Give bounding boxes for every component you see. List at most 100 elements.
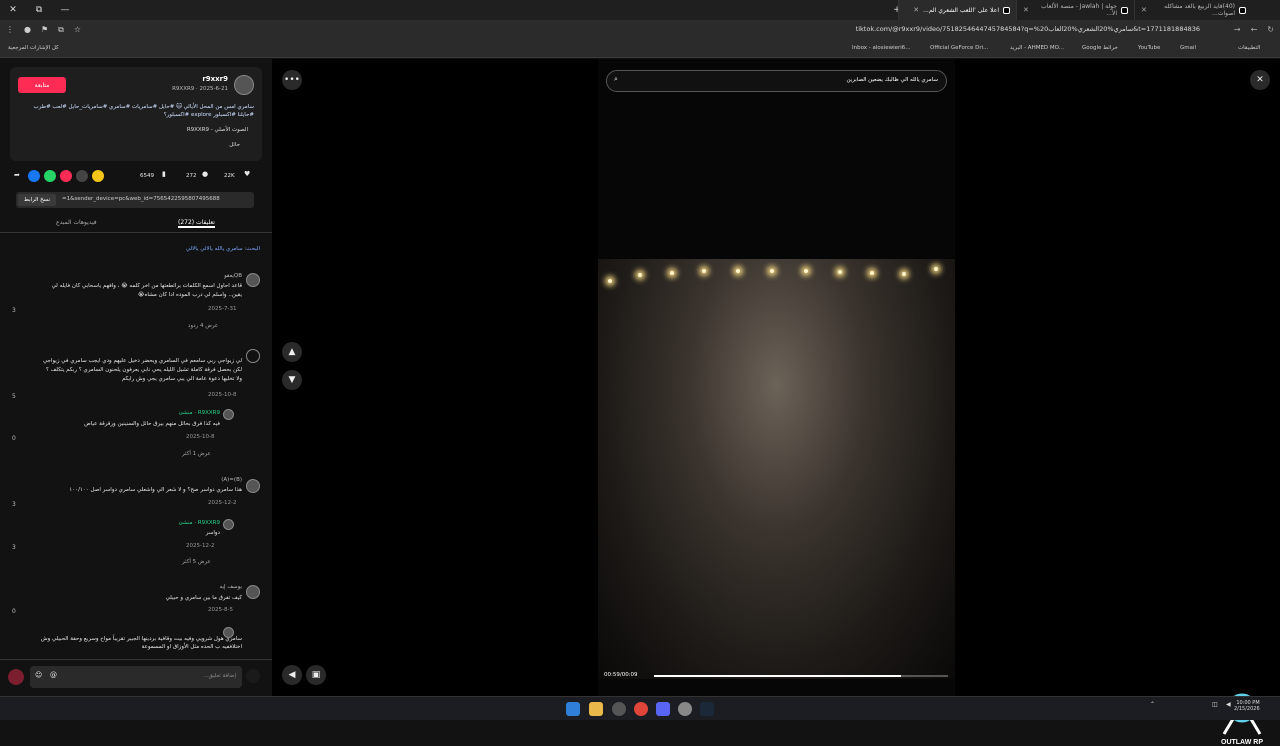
tiktok-icon	[1239, 6, 1246, 14]
bookmark-apps[interactable]: التطبيقات	[1238, 45, 1260, 51]
speaker-icon[interactable]: ◀	[1226, 701, 1231, 708]
browser-tab[interactable]: جولة | Jawlah - منصة الألعاب الأ... ✕	[1016, 0, 1134, 20]
post-link[interactable]: =1&sender_device=pc&web_id=7565422595807…	[62, 196, 220, 202]
tab-comments[interactable]: تعليقات (272)	[178, 219, 215, 228]
post-username[interactable]: r9xxr9	[202, 75, 228, 83]
tray-chevron-icon[interactable]: ⌃	[1150, 701, 1155, 708]
browser-tab-active[interactable]: اعلا على 'اللعب الشعري الم... ✕	[898, 0, 1016, 20]
comment-user[interactable]: (B)=(A)	[221, 477, 242, 483]
comment-icon[interactable]: ●	[202, 170, 208, 178]
comment-like-count[interactable]: 0	[12, 608, 16, 615]
location-label[interactable]: حائل	[229, 142, 240, 148]
close-tab-icon[interactable]: ✕	[913, 6, 919, 14]
app-icon[interactable]	[678, 702, 692, 716]
comment-placeholder: إضافة تعليق...	[203, 673, 236, 679]
pip-icon[interactable]: ▣	[306, 665, 326, 685]
bookmark-item[interactable]: Official GeForce Dri...	[930, 45, 988, 51]
embed-icon[interactable]	[76, 170, 88, 182]
video-progress-bar[interactable]	[654, 675, 948, 677]
bookmark-item[interactable]: البريد - AHMED MO...	[1010, 45, 1064, 51]
avatar[interactable]	[246, 349, 260, 363]
restore-window-icon[interactable]: ⧉	[26, 0, 52, 20]
comment-input[interactable]: ☺ @ إضافة تعليق...	[30, 666, 242, 688]
network-icon[interactable]: ◫	[1212, 701, 1218, 708]
discord-icon[interactable]	[656, 702, 670, 716]
close-video-icon[interactable]: ✕	[1250, 70, 1270, 90]
copy-link-button[interactable]: نسخ الرابط	[18, 194, 56, 206]
avatar[interactable]	[246, 273, 260, 287]
comment-like-count[interactable]: 3	[12, 544, 16, 551]
bookmark-item[interactable]: Gmail	[1180, 45, 1196, 51]
star-icon[interactable]: ☆	[74, 25, 81, 35]
previous-video-icon[interactable]: ▲	[282, 342, 302, 362]
view-replies[interactable]: عرض 5 أكثر	[182, 559, 211, 565]
avatar[interactable]	[223, 409, 234, 420]
search-icon: ⌕	[614, 75, 618, 83]
view-replies[interactable]: عرض 1 أكثر	[182, 451, 211, 457]
tiktok-share-icon[interactable]	[60, 170, 72, 182]
extension-icon[interactable]: ⚑	[41, 25, 48, 35]
bookmark-icon[interactable]: ▮	[162, 170, 166, 178]
url-field[interactable]: tiktok.com/@r9xxr9/video/751825464474578…	[856, 25, 1200, 33]
post-side-panel: متابعة r9xxr9 R9XXR9 · 2025-6-21 سامري ا…	[0, 59, 272, 696]
settings-icon[interactable]	[612, 702, 626, 716]
close-tab-icon[interactable]: ✕	[1141, 6, 1147, 14]
mention-icon[interactable]: @	[50, 671, 57, 679]
back-icon[interactable]: →	[1234, 25, 1241, 34]
bookmark-item[interactable]: Google خرائط	[1082, 45, 1118, 51]
avatar[interactable]	[223, 519, 234, 530]
close-window-icon[interactable]: ✕	[0, 0, 26, 20]
whatsapp-icon[interactable]	[44, 170, 56, 182]
puzzle-icon[interactable]: ⧉	[58, 25, 64, 35]
comment-like-count[interactable]: 3	[12, 501, 16, 508]
avatar[interactable]	[246, 585, 260, 599]
reply-user[interactable]: R9XXR9 · منشئ	[178, 520, 220, 526]
close-tab-icon[interactable]: ✕	[1023, 6, 1029, 14]
saves-count: 6549	[140, 173, 154, 179]
clock-date: 2/15/2026	[1234, 706, 1260, 712]
bookmark-item[interactable]: YouTube	[1138, 45, 1160, 51]
clock[interactable]: 10:00 PM 2/15/2026	[1234, 700, 1260, 712]
next-video-icon[interactable]: ▼	[282, 370, 302, 390]
emoji-icon[interactable]	[92, 170, 104, 182]
facebook-icon[interactable]	[28, 170, 40, 182]
avatar[interactable]	[234, 75, 254, 95]
forward-icon[interactable]: ←	[1251, 25, 1258, 34]
comment-date: 2025-12-2	[208, 500, 237, 506]
video-search-input[interactable]: ⌕ سامري يالله الي ظالبك يضعين الصابرين	[606, 70, 947, 92]
bookmark-all-folders[interactable]: كل الإشارات المرجعية	[8, 45, 59, 51]
avatar[interactable]	[246, 479, 260, 493]
view-replies[interactable]: عرض 4 ردود	[188, 323, 218, 329]
heart-icon[interactable]: ♥	[244, 170, 250, 178]
share-arrow-icon[interactable]: ➦	[14, 171, 20, 179]
likes-count: 22K	[224, 173, 235, 179]
file-explorer-icon[interactable]	[589, 702, 603, 716]
steam-icon[interactable]	[700, 702, 714, 716]
action-row: ➦ 6549 ▮ 272 ● 22K ♥	[14, 170, 259, 184]
menu-icon[interactable]: ⋮	[6, 25, 14, 35]
windows-start-icon[interactable]	[566, 702, 580, 716]
comment-user[interactable]: يوسف إيه	[220, 584, 242, 590]
comment-like-count[interactable]: 5	[12, 393, 16, 400]
related-search[interactable]: البحث: سامري يالله يالالي يالالي	[186, 246, 260, 252]
send-icon[interactable]	[8, 669, 24, 685]
comment-composer: ☺ @ إضافة تعليق...	[0, 659, 272, 696]
reload-icon[interactable]: ↻	[1267, 25, 1274, 34]
emoji-button-icon[interactable]: ☺	[35, 671, 42, 679]
volume-icon[interactable]: ◀	[282, 665, 302, 685]
comment-like-count[interactable]: 3	[12, 307, 16, 314]
follow-button[interactable]: متابعة	[18, 77, 66, 93]
reply-user[interactable]: R9XXR9 · منشئ	[178, 410, 220, 416]
sound-label[interactable]: الصوت الأصلي - R9XXR9	[187, 127, 248, 133]
minimize-window-icon[interactable]: —	[52, 0, 78, 20]
chrome-icon[interactable]	[634, 702, 648, 716]
tab-creator-videos[interactable]: فيديوهات المبدع	[56, 219, 97, 226]
profile-icon[interactable]: ●	[24, 25, 31, 35]
more-options-icon[interactable]: •••	[282, 70, 302, 90]
browser-tab[interactable]: (40)فايد الربيع بالغد مشاكله اصوات... ✕	[1134, 0, 1252, 20]
bookmark-item[interactable]: Inbox - alosiewieri6...	[852, 45, 911, 51]
video-player[interactable]	[598, 59, 955, 696]
comment-date: 2025-10-8	[186, 434, 215, 440]
comment-like-count[interactable]: 0	[12, 435, 16, 442]
comment-user[interactable]: QBيعقو	[224, 273, 242, 279]
